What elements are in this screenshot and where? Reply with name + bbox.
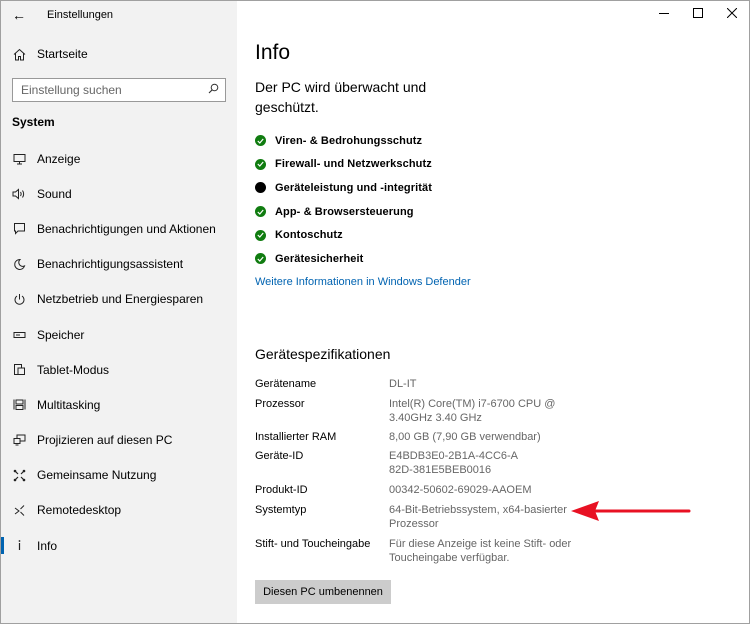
check-ok-icon xyxy=(255,253,266,265)
spec-value: DL-IT xyxy=(389,378,417,390)
sidebar-item-label: Anzeige xyxy=(37,151,81,166)
speaker-icon xyxy=(1,188,37,200)
project-icon xyxy=(1,434,37,446)
check-item: Firewall- und Netzwerkschutz xyxy=(255,153,432,177)
sidebar-item-benachrichtigungsassistent[interactable]: Benachrichtigungsassistent xyxy=(1,247,237,282)
sidebar-item-label: Projizieren auf diesen PC xyxy=(37,433,173,448)
windows-defender-link[interactable]: Weitere Informationen in Windows Defende… xyxy=(255,276,471,288)
protection-check-list: Viren- & Bedrohungsschutz Firewall- und … xyxy=(255,129,432,271)
back-button[interactable]: ← xyxy=(1,1,37,29)
sidebar-item-label: Benachrichtigungsassistent xyxy=(37,257,184,272)
rename-pc-button[interactable]: Diesen PC umbenennen xyxy=(255,580,391,604)
notification-icon xyxy=(1,222,37,236)
page-title: Info xyxy=(255,41,291,64)
tablet-mode-icon xyxy=(1,363,37,376)
spec-key: Installierter RAM xyxy=(255,431,337,443)
sidebar-item-label: Gemeinsame Nutzung xyxy=(37,468,157,483)
protection-status-heading: Der PC wird überwacht und geschützt. xyxy=(255,79,427,115)
sidebar-item-speicher[interactable]: Speicher xyxy=(1,317,237,352)
moon-icon xyxy=(1,258,37,271)
status-dot-icon xyxy=(255,182,266,194)
main-content: Info Der PC wird überwacht und geschützt… xyxy=(255,1,735,623)
check-item: Viren- & Bedrohungsschutz xyxy=(255,129,432,153)
spec-key: Geräte-ID xyxy=(255,450,304,462)
spec-key: Prozessor xyxy=(255,398,305,410)
spec-value: Intel(R) Core(TM) i7-6700 CPU @ 3.40GHz … xyxy=(389,398,556,424)
sidebar-item-label: Benachrichtigungen und Aktionen xyxy=(37,221,216,236)
share-icon xyxy=(1,469,37,482)
sidebar-item-label: Speicher xyxy=(37,327,85,342)
check-item: Gerätesicherheit xyxy=(255,247,432,271)
sidebar-item-sound[interactable]: Sound xyxy=(1,176,237,211)
sidebar-item-label: Multitasking xyxy=(37,397,101,412)
sidebar-item-remotedesktop[interactable]: Remotedesktop xyxy=(1,493,237,528)
spec-row: Produkt-ID 00342-50602-69029-AAOEM xyxy=(255,483,595,497)
section-label-system: System xyxy=(12,115,55,129)
search-icon[interactable] xyxy=(208,83,219,97)
search-input[interactable] xyxy=(21,83,191,97)
check-label: App- & Browsersteuerung xyxy=(275,205,414,218)
check-label: Firewall- und Netzwerkschutz xyxy=(275,158,432,171)
spec-row: Geräte-ID E4BDB3E0-2B1A-4CC6-A82D-381E5B… xyxy=(255,449,595,477)
sidebar-item-label: Sound xyxy=(37,186,72,201)
back-arrow-icon: ← xyxy=(12,7,26,23)
search-box[interactable] xyxy=(12,78,226,102)
check-ok-icon xyxy=(255,229,266,241)
spec-value: 8,00 GB (7,90 GB verwendbar) xyxy=(389,431,541,443)
check-label: Geräteleistung und -integrität xyxy=(275,181,433,194)
sidebar-item-label: Startseite xyxy=(37,47,88,61)
monitor-icon xyxy=(1,153,37,165)
spec-key: Stift- und Toucheingabe xyxy=(255,538,371,550)
sidebar-item-label: Netzbetrieb und Energiesparen xyxy=(37,292,204,307)
sidebar-item-label: Info xyxy=(37,538,58,553)
check-ok-icon xyxy=(255,135,266,147)
annotation-arrow-icon xyxy=(571,501,691,521)
spec-row: Prozessor Intel(R) Core(TM) i7-6700 CPU … xyxy=(255,397,595,425)
check-item: Kontoschutz xyxy=(255,223,432,247)
info-icon xyxy=(1,539,37,552)
sidebar-item-benachrichtigungen[interactable]: Benachrichtigungen und Aktionen xyxy=(1,211,237,246)
sidebar-item-projizieren[interactable]: Projizieren auf diesen PC xyxy=(1,423,237,458)
check-ok-icon xyxy=(255,206,266,218)
sidebar-item-info[interactable]: Info xyxy=(1,528,237,563)
titlebar-left: ← Einstellungen xyxy=(1,1,237,29)
spec-key: Produkt-ID xyxy=(255,484,308,496)
home-icon xyxy=(1,48,37,61)
spec-key: Gerätename xyxy=(255,378,317,390)
power-icon xyxy=(1,293,37,306)
sidebar: ← Einstellungen Startseite System Anzeig… xyxy=(1,1,237,623)
sidebar-item-label: Remotedesktop xyxy=(37,503,122,518)
spec-value: E4BDB3E0-2B1A-4CC6-A82D-381E5BEB0016 xyxy=(389,450,519,476)
specs-heading: Gerätespezifikationen xyxy=(255,346,391,362)
sidebar-item-home[interactable]: Startseite xyxy=(1,41,237,67)
sidebar-nav: Anzeige Sound Benachrichtigungen und Akt… xyxy=(1,141,237,563)
multitasking-icon xyxy=(1,398,37,411)
spec-row: Stift- und Toucheingabe Für diese Anzeig… xyxy=(255,537,595,565)
spec-value: 00342-50602-69029-AAOEM xyxy=(389,484,532,496)
check-label: Gerätesicherheit xyxy=(275,252,364,265)
specs-table: Gerätename DL-IT Prozessor Intel(R) Core… xyxy=(255,377,595,565)
sidebar-item-anzeige[interactable]: Anzeige xyxy=(1,141,237,176)
check-item: App- & Browsersteuerung xyxy=(255,200,432,224)
check-item: Geräteleistung und -integrität xyxy=(255,176,432,200)
spec-row: Systemtyp 64-Bit-Betriebssystem, x64-bas… xyxy=(255,503,595,531)
remote-desktop-icon xyxy=(1,504,37,517)
spec-value: 64-Bit-Betriebssystem, x64-basierter Pro… xyxy=(389,504,567,530)
spec-row: Installierter RAM 8,00 GB (7,90 GB verwe… xyxy=(255,430,595,444)
spec-row: Gerätename DL-IT xyxy=(255,377,595,391)
spec-value: Für diese Anzeige ist keine Stift- oder … xyxy=(389,538,572,564)
window-title: Einstellungen xyxy=(47,9,114,21)
storage-icon xyxy=(1,331,37,339)
check-label: Viren- & Bedrohungsschutz xyxy=(275,134,423,147)
sidebar-item-multitasking[interactable]: Multitasking xyxy=(1,387,237,422)
spec-key: Systemtyp xyxy=(255,504,307,516)
sidebar-item-netzbetrieb[interactable]: Netzbetrieb und Energiesparen xyxy=(1,282,237,317)
sidebar-item-tablet-modus[interactable]: Tablet-Modus xyxy=(1,352,237,387)
sidebar-item-label: Tablet-Modus xyxy=(37,362,110,377)
check-ok-icon xyxy=(255,158,266,170)
settings-window: ← Einstellungen Startseite System Anzeig… xyxy=(0,0,750,624)
sidebar-item-gemeinsame-nutzung[interactable]: Gemeinsame Nutzung xyxy=(1,458,237,493)
check-label: Kontoschutz xyxy=(275,229,343,242)
